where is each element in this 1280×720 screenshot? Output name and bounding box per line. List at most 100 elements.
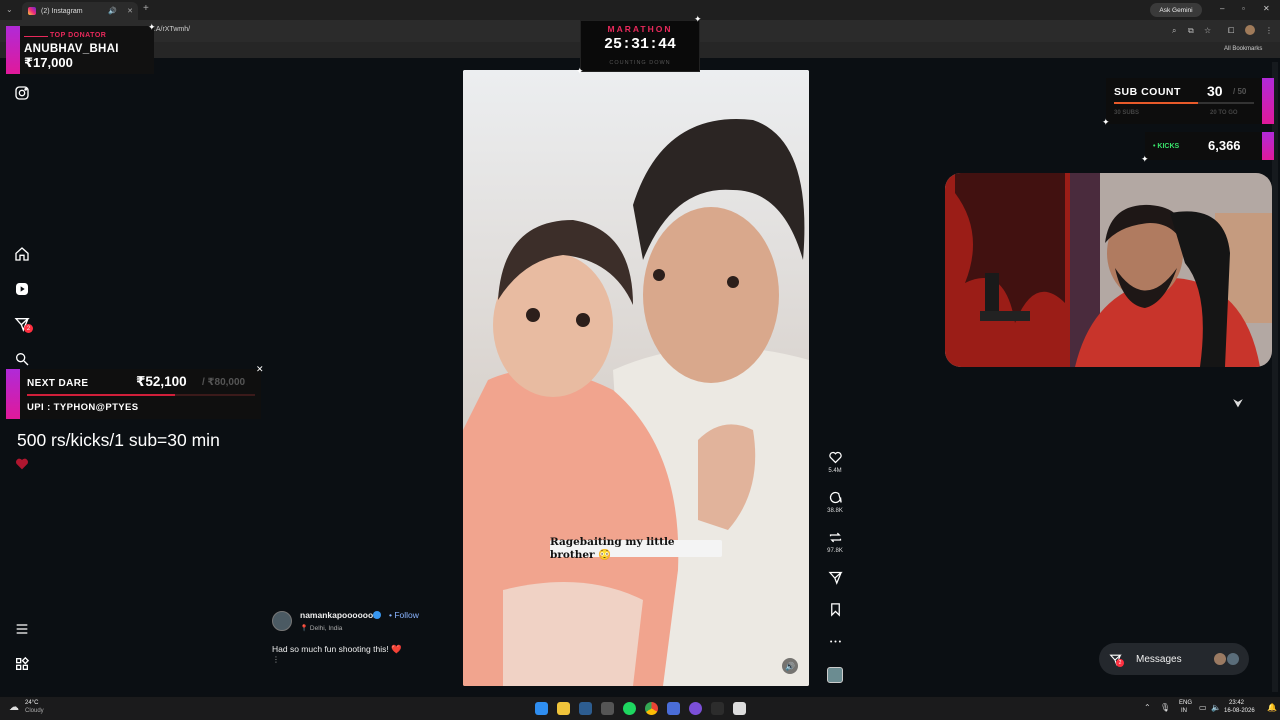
sparkle-icon: ✦ [694, 14, 702, 24]
ask-gemini-label: Ask Gemini [1159, 6, 1193, 14]
message-avatar [1226, 652, 1240, 666]
next-dare-goal: / ₹80,000 [202, 377, 246, 388]
heart-emoji-icon: ❤️ [391, 644, 402, 654]
top-donator-name: ANUBHAV_BHAI [24, 43, 119, 55]
zoom-icon[interactable]: ⌕ [1172, 26, 1176, 36]
sub-count-current: 30 SUBS [1114, 110, 1140, 116]
tab-instagram[interactable]: (2) Instagram 🔊 ✕ [22, 2, 138, 20]
weather-description[interactable]: Cloudy [25, 708, 44, 714]
marathon-time: 25:31:44 [603, 36, 676, 53]
next-dare-upi: UPI : TYPHON@PTYES [27, 402, 139, 413]
like-button[interactable]: 5.4M [823, 450, 847, 474]
sub-count-remaining: 20 TO GO [1210, 110, 1238, 116]
sparkle-icon: ✦ [1102, 117, 1110, 127]
volume-icon[interactable]: 🔈 [1211, 703, 1221, 712]
instagram-logo-icon[interactable] [13, 84, 31, 102]
notifications-icon[interactable]: 🔔 [1267, 703, 1277, 712]
input-language[interactable]: ENG [1179, 700, 1192, 706]
comment-button[interactable]: 38.8K [823, 490, 847, 514]
weather-cloud-icon[interactable]: ☁ [9, 702, 19, 713]
home-icon[interactable] [13, 245, 31, 263]
all-bookmarks-link[interactable]: All Bookmarks [1224, 46, 1262, 52]
spotify-icon[interactable] [623, 702, 636, 715]
ask-gemini-button[interactable]: Ask Gemini [1150, 3, 1202, 17]
app-icon[interactable] [667, 702, 680, 715]
comment-icon [829, 491, 842, 504]
donator-divider [24, 36, 48, 37]
tab-list-icon[interactable]: ⌄ [6, 5, 13, 14]
url-text[interactable]: ...A/rXTwmh/ [150, 26, 190, 33]
sub-count-widget [1106, 78, 1274, 124]
sparkle-icon: ✦ [576, 66, 584, 76]
down-arrow-icon[interactable]: ⮟ [1233, 396, 1243, 411]
heart-icon [828, 451, 842, 464]
bookmark-star-icon[interactable]: ☆ [1204, 26, 1211, 35]
also-from-meta-icon[interactable] [13, 655, 31, 673]
tab-close-icon[interactable]: ✕ [127, 7, 133, 15]
settings-app-icon[interactable] [601, 702, 614, 715]
profile-avatar[interactable] [1245, 25, 1255, 35]
mute-toggle-icon[interactable]: 🔊 [782, 658, 798, 674]
notification-badge: 2 [24, 324, 33, 333]
marathon-title: MARATHON [607, 24, 673, 34]
messages-label: Messages [1136, 653, 1182, 665]
more-options-button[interactable] [823, 634, 847, 649]
sub-count-value: 30 [1207, 83, 1223, 99]
repost-button[interactable]: 97.8K [823, 530, 847, 554]
taskbar-date[interactable]: 16-08-2026 [1224, 708, 1255, 714]
next-dare-label: NEXT DARE [27, 378, 89, 389]
marathon-subtitle: COUNTING DOWN [609, 60, 671, 66]
minimize-icon[interactable]: – [1220, 4, 1224, 13]
extensions-icon[interactable]: ⧠ [1228, 26, 1234, 36]
steam-icon[interactable] [579, 702, 592, 715]
description-more-toggle[interactable]: ⋮ [272, 656, 280, 664]
instagram-favicon-icon [28, 7, 36, 15]
next-dare-stripe [6, 369, 20, 419]
top-donator-amount: ₹17,000 [24, 55, 73, 70]
verified-badge-icon [373, 611, 381, 619]
location-tag[interactable]: 📍 Delhi, India [300, 624, 342, 632]
reel-video[interactable] [463, 70, 809, 686]
reels-icon[interactable] [13, 280, 31, 298]
audio-thumbnail[interactable] [827, 667, 843, 683]
bookmark-icon [830, 603, 840, 617]
obs-icon[interactable] [689, 702, 702, 715]
file-explorer-icon[interactable] [557, 702, 570, 715]
next-dare-progress-fill [27, 394, 176, 396]
new-tab-icon[interactable]: + [143, 3, 149, 14]
browser-tab-bar [0, 0, 1280, 20]
save-button[interactable] [823, 602, 847, 617]
author-avatar[interactable] [272, 611, 292, 631]
window-close-icon[interactable]: ✕ [1263, 4, 1270, 13]
sub-count-label: SUB COUNT [1114, 86, 1181, 98]
system-tray-chevron-icon[interactable]: ⌃ [1144, 703, 1151, 712]
follow-button[interactable]: • Follow [389, 610, 419, 620]
heart-notification-icon[interactable] [13, 455, 31, 473]
cast-icon[interactable]: ⧉ [1188, 26, 1194, 36]
start-menu-icon[interactable] [535, 702, 548, 715]
maximize-icon[interactable]: ▫ [1242, 4, 1245, 13]
sub-count-goal: / 50 [1233, 87, 1247, 96]
next-dare-value: ₹52,100 [136, 374, 187, 389]
notepad-icon[interactable] [733, 702, 746, 715]
share-button[interactable] [823, 570, 847, 585]
chrome-icon[interactable] [645, 702, 658, 715]
author-username[interactable]: namankapoooooor [300, 610, 377, 620]
message-avatar [1213, 652, 1227, 666]
network-icon[interactable]: ▭ [1199, 703, 1207, 712]
search-icon[interactable] [13, 350, 31, 368]
microphone-icon[interactable]: 🎙 [1160, 703, 1170, 712]
sparkle-icon: ✦ [148, 22, 156, 32]
text-editor-icon[interactable] [711, 702, 724, 715]
more-menu-icon[interactable] [13, 620, 31, 638]
browser-menu-icon[interactable]: ⋮ [1265, 26, 1273, 35]
input-region[interactable]: IN [1181, 708, 1187, 714]
taskbar-clock[interactable]: 23:42 [1229, 700, 1244, 706]
messages-badge: 2 [1116, 659, 1124, 667]
like-count: 5.4M [828, 468, 842, 474]
reel-caption-sticker: Ragebaiting my little brother 😳 [550, 536, 722, 561]
weather-temperature[interactable]: 24°C [25, 700, 38, 706]
repost-icon [829, 532, 841, 543]
sub-count-progress-fill [1114, 102, 1198, 104]
tab-audio-icon[interactable]: 🔊 [108, 7, 117, 15]
